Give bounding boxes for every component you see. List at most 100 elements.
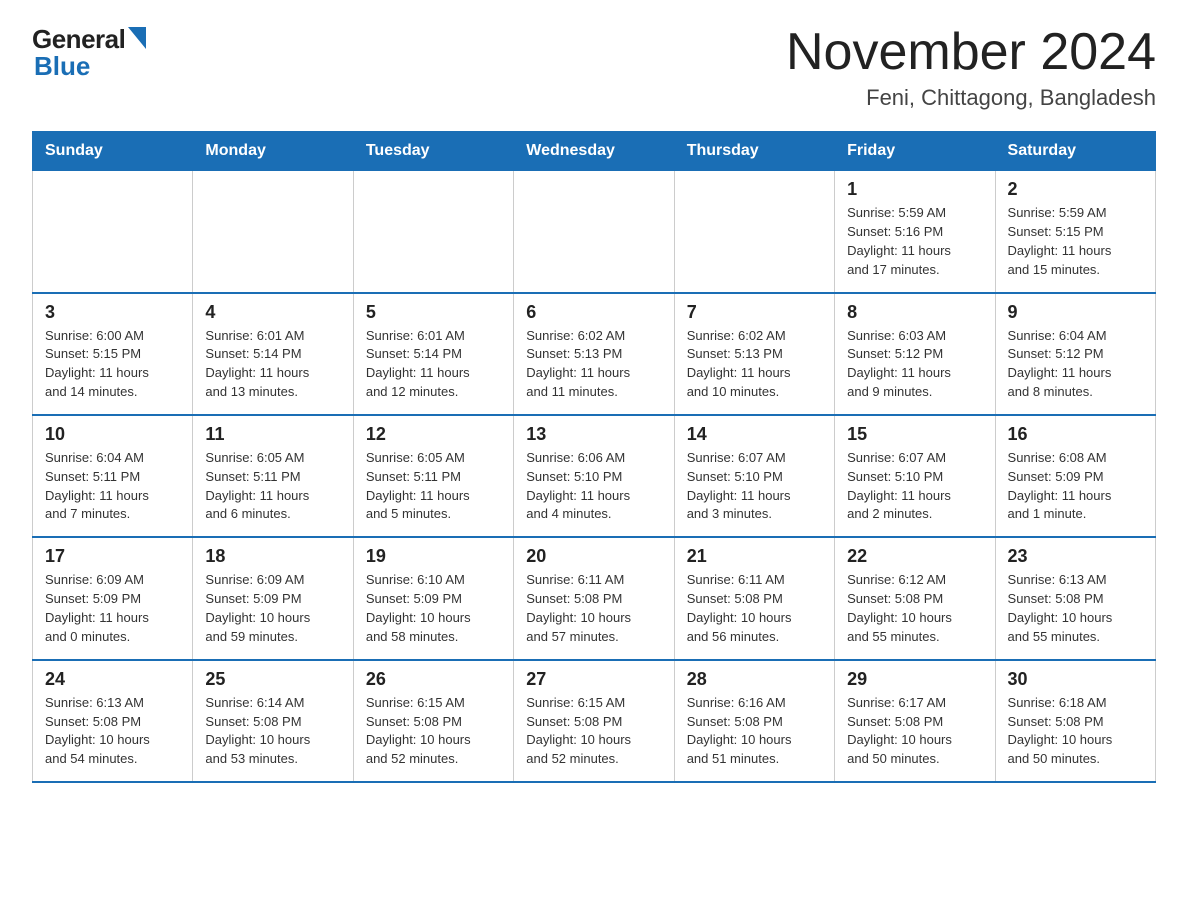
calendar-cell: 9Sunrise: 6:04 AMSunset: 5:12 PMDaylight… xyxy=(995,293,1155,415)
day-info: Sunrise: 6:06 AMSunset: 5:10 PMDaylight:… xyxy=(526,449,661,524)
calendar-week-row: 3 Sunrise: 6:00 AMSunset: 5:15 PMDaylight… xyxy=(33,293,1156,415)
day-number: 15 xyxy=(847,424,982,445)
calendar-cell: 19 Sunrise: 6:10 AMSunset: 5:09 PMDayligh… xyxy=(353,537,513,659)
calendar-cell: 6 Sunrise: 6:02 AMSunset: 5:13 PMDaylight… xyxy=(514,293,674,415)
day-info: Sunrise: 6:08 AMSunset: 5:09 PMDaylight:… xyxy=(1008,449,1143,524)
day-info: Sunrise: 5:59 AMSunset: 5:15 PMDaylight:… xyxy=(1008,204,1143,279)
day-info: Sunrise: 6:11 AMSunset: 5:08 PMDaylight:… xyxy=(687,571,822,646)
logo-arrow-icon xyxy=(128,27,146,49)
day-info: Sunrise: 6:05 AMSunset: 5:11 PMDaylight:… xyxy=(205,449,340,524)
calendar-cell: 10 Sunrise: 6:04 AMSunset: 5:11 PMDayligh… xyxy=(33,415,193,537)
day-of-week-header: Tuesday xyxy=(353,132,513,171)
day-info: Sunrise: 6:05 AMSunset: 5:11 PMDaylight:… xyxy=(366,449,501,524)
day-number: 29 xyxy=(847,669,982,690)
day-info: Sunrise: 5:59 AMSunset: 5:16 PMDaylight:… xyxy=(847,204,982,279)
day-of-week-header: Thursday xyxy=(674,132,834,171)
calendar-cell: 26Sunrise: 6:15 AMSunset: 5:08 PMDayligh… xyxy=(353,660,513,782)
day-of-week-header: Monday xyxy=(193,132,353,171)
day-number: 25 xyxy=(205,669,340,690)
day-info: Sunrise: 6:13 AMSunset: 5:08 PMDaylight:… xyxy=(45,694,180,769)
calendar-cell: 17Sunrise: 6:09 AMSunset: 5:09 PMDayligh… xyxy=(33,537,193,659)
day-info: Sunrise: 6:16 AMSunset: 5:08 PMDaylight:… xyxy=(687,694,822,769)
calendar-cell xyxy=(193,171,353,293)
day-number: 8 xyxy=(847,302,982,323)
calendar-cell: 1 Sunrise: 5:59 AMSunset: 5:16 PMDaylight… xyxy=(835,171,995,293)
day-info: Sunrise: 6:01 AMSunset: 5:14 PMDaylight:… xyxy=(205,327,340,402)
day-info: Sunrise: 6:01 AMSunset: 5:14 PMDaylight:… xyxy=(366,327,501,402)
day-number: 1 xyxy=(847,179,982,200)
calendar-cell: 18 Sunrise: 6:09 AMSunset: 5:09 PMDayligh… xyxy=(193,537,353,659)
day-number: 11 xyxy=(205,424,340,445)
day-number: 4 xyxy=(205,302,340,323)
calendar-cell xyxy=(353,171,513,293)
day-number: 5 xyxy=(366,302,501,323)
calendar-cell: 22 Sunrise: 6:12 AMSunset: 5:08 PMDayligh… xyxy=(835,537,995,659)
day-info: Sunrise: 6:17 AMSunset: 5:08 PMDaylight:… xyxy=(847,694,982,769)
day-of-week-header: Sunday xyxy=(33,132,193,171)
day-info: Sunrise: 6:00 AMSunset: 5:15 PMDaylight:… xyxy=(45,327,180,402)
day-info: Sunrise: 6:02 AMSunset: 5:13 PMDaylight:… xyxy=(687,327,822,402)
logo-blue-text: Blue xyxy=(34,51,90,82)
day-info: Sunrise: 6:14 AMSunset: 5:08 PMDaylight:… xyxy=(205,694,340,769)
day-info: Sunrise: 6:07 AMSunset: 5:10 PMDaylight:… xyxy=(687,449,822,524)
day-number: 21 xyxy=(687,546,822,567)
calendar-cell: 4 Sunrise: 6:01 AMSunset: 5:14 PMDaylight… xyxy=(193,293,353,415)
calendar-cell: 12Sunrise: 6:05 AMSunset: 5:11 PMDayligh… xyxy=(353,415,513,537)
day-number: 23 xyxy=(1008,546,1143,567)
day-number: 20 xyxy=(526,546,661,567)
calendar-cell: 25 Sunrise: 6:14 AMSunset: 5:08 PMDayligh… xyxy=(193,660,353,782)
day-info: Sunrise: 6:02 AMSunset: 5:13 PMDaylight:… xyxy=(526,327,661,402)
day-number: 16 xyxy=(1008,424,1143,445)
day-number: 19 xyxy=(366,546,501,567)
day-info: Sunrise: 6:03 AMSunset: 5:12 PMDaylight:… xyxy=(847,327,982,402)
calendar-cell: 29 Sunrise: 6:17 AMSunset: 5:08 PMDayligh… xyxy=(835,660,995,782)
calendar-cell: 30Sunrise: 6:18 AMSunset: 5:08 PMDayligh… xyxy=(995,660,1155,782)
day-number: 14 xyxy=(687,424,822,445)
day-number: 7 xyxy=(687,302,822,323)
day-of-week-header: Friday xyxy=(835,132,995,171)
day-number: 28 xyxy=(687,669,822,690)
calendar-cell: 5 Sunrise: 6:01 AMSunset: 5:14 PMDaylight… xyxy=(353,293,513,415)
calendar-cell: 7 Sunrise: 6:02 AMSunset: 5:13 PMDaylight… xyxy=(674,293,834,415)
day-info: Sunrise: 6:10 AMSunset: 5:09 PMDaylight:… xyxy=(366,571,501,646)
calendar-week-row: 17Sunrise: 6:09 AMSunset: 5:09 PMDayligh… xyxy=(33,537,1156,659)
day-number: 18 xyxy=(205,546,340,567)
day-info: Sunrise: 6:11 AMSunset: 5:08 PMDaylight:… xyxy=(526,571,661,646)
day-info: Sunrise: 6:04 AMSunset: 5:11 PMDaylight:… xyxy=(45,449,180,524)
calendar-cell xyxy=(514,171,674,293)
day-info: Sunrise: 6:12 AMSunset: 5:08 PMDaylight:… xyxy=(847,571,982,646)
day-of-week-header: Wednesday xyxy=(514,132,674,171)
calendar-header: SundayMondayTuesdayWednesdayThursdayFrid… xyxy=(33,132,1156,171)
day-number: 27 xyxy=(526,669,661,690)
page-title: November 2024 xyxy=(786,24,1156,81)
calendar-cell: 27 Sunrise: 6:15 AMSunset: 5:08 PMDayligh… xyxy=(514,660,674,782)
calendar-cell: 14 Sunrise: 6:07 AMSunset: 5:10 PMDayligh… xyxy=(674,415,834,537)
calendar-cell: 15 Sunrise: 6:07 AMSunset: 5:10 PMDayligh… xyxy=(835,415,995,537)
calendar-cell: 21 Sunrise: 6:11 AMSunset: 5:08 PMDayligh… xyxy=(674,537,834,659)
calendar-week-row: 1 Sunrise: 5:59 AMSunset: 5:16 PMDaylight… xyxy=(33,171,1156,293)
day-number: 22 xyxy=(847,546,982,567)
day-number: 30 xyxy=(1008,669,1143,690)
day-info: Sunrise: 6:07 AMSunset: 5:10 PMDaylight:… xyxy=(847,449,982,524)
calendar-week-row: 24Sunrise: 6:13 AMSunset: 5:08 PMDayligh… xyxy=(33,660,1156,782)
day-of-week-header: Saturday xyxy=(995,132,1155,171)
calendar-cell xyxy=(674,171,834,293)
day-info: Sunrise: 6:13 AMSunset: 5:08 PMDaylight:… xyxy=(1008,571,1143,646)
calendar-cell: 28 Sunrise: 6:16 AMSunset: 5:08 PMDayligh… xyxy=(674,660,834,782)
calendar-cell: 8 Sunrise: 6:03 AMSunset: 5:12 PMDaylight… xyxy=(835,293,995,415)
page-subtitle: Feni, Chittagong, Bangladesh xyxy=(786,85,1156,111)
header: General Blue November 2024 Feni, Chittag… xyxy=(32,24,1156,111)
day-info: Sunrise: 6:09 AMSunset: 5:09 PMDaylight:… xyxy=(205,571,340,646)
calendar-cell: 16 Sunrise: 6:08 AMSunset: 5:09 PMDayligh… xyxy=(995,415,1155,537)
calendar-cell: 2Sunrise: 5:59 AMSunset: 5:15 PMDaylight… xyxy=(995,171,1155,293)
day-info: Sunrise: 6:09 AMSunset: 5:09 PMDaylight:… xyxy=(45,571,180,646)
day-number: 3 xyxy=(45,302,180,323)
title-block: November 2024 Feni, Chittagong, Banglade… xyxy=(786,24,1156,111)
calendar-week-row: 10 Sunrise: 6:04 AMSunset: 5:11 PMDayligh… xyxy=(33,415,1156,537)
day-info: Sunrise: 6:15 AMSunset: 5:08 PMDaylight:… xyxy=(526,694,661,769)
calendar-cell xyxy=(33,171,193,293)
calendar-cell: 23 Sunrise: 6:13 AMSunset: 5:08 PMDayligh… xyxy=(995,537,1155,659)
calendar-cell: 3 Sunrise: 6:00 AMSunset: 5:15 PMDaylight… xyxy=(33,293,193,415)
day-number: 10 xyxy=(45,424,180,445)
day-number: 6 xyxy=(526,302,661,323)
